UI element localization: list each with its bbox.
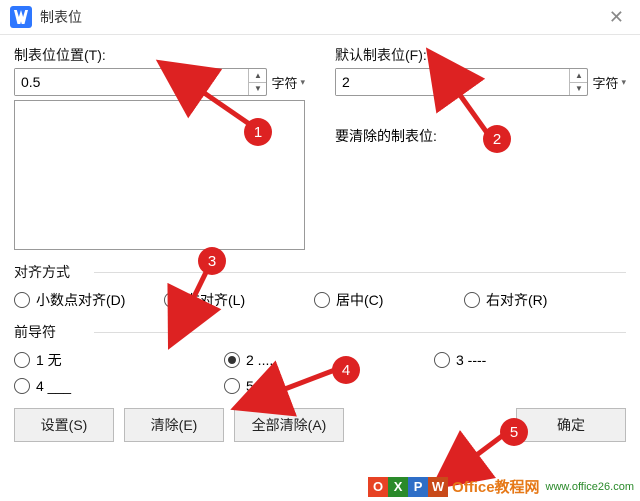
annotation-badge-5: 5	[500, 418, 528, 446]
dialog-title: 制表位	[40, 7, 603, 27]
radio-label: 左对齐(L)	[186, 290, 245, 310]
dialog-content: 制表位位置(T): ▲▼ 字符 默认制表位(F): ▲▼ 字符 要清除的制表位:	[0, 35, 640, 452]
watermark: OXPW Office教程网 www.office26.com	[368, 476, 634, 497]
watermark-logo-icon: OXPW	[368, 477, 448, 497]
clear-button[interactable]: 清除(E)	[124, 408, 224, 442]
app-logo-icon	[10, 6, 32, 28]
clear-tabs-label: 要清除的制表位:	[335, 126, 626, 146]
radio-icon	[434, 352, 450, 368]
default-tab-input[interactable]	[336, 69, 569, 95]
annotation-badge-1: 1	[244, 118, 272, 146]
radio-label: 小数点对齐(D)	[36, 290, 125, 310]
radio-label: 1 无	[36, 350, 62, 370]
default-tab-spinner[interactable]: ▲▼	[335, 68, 588, 96]
radio-label: 5 ……	[246, 378, 286, 394]
radio-icon	[164, 292, 180, 308]
radio-icon	[14, 352, 30, 368]
radio-label: 2 .....	[246, 352, 277, 368]
titlebar: 制表位 ✕	[0, 0, 640, 35]
radio-icon	[314, 292, 330, 308]
radio-icon	[224, 378, 240, 394]
watermark-url: www.office26.com	[546, 481, 634, 493]
radio-label: 3 ----	[456, 352, 486, 368]
align-center-radio[interactable]: 居中(C)	[314, 290, 464, 310]
default-tab-unit-dropdown[interactable]: 字符	[592, 73, 626, 92]
radio-icon	[14, 378, 30, 394]
annotation-badge-3: 3	[198, 247, 226, 275]
align-left-radio[interactable]: 左对齐(L)	[164, 290, 314, 310]
leader-group-label: 前导符	[14, 324, 66, 340]
default-tab-spin-buttons[interactable]: ▲▼	[569, 69, 587, 95]
radio-icon	[224, 352, 240, 368]
tabstop-label: 制表位位置(T):	[14, 45, 305, 65]
tabstop-spinner[interactable]: ▲▼	[14, 68, 267, 96]
button-row: 设置(S) 清除(E) 全部清除(A) 确定	[14, 408, 626, 452]
leader-none-radio[interactable]: 1 无	[14, 350, 224, 370]
leader-dashes-radio[interactable]: 3 ----	[434, 350, 640, 370]
radio-icon	[14, 292, 30, 308]
tabstop-input[interactable]	[15, 69, 248, 95]
alignment-group: 对齐方式 小数点对齐(D) 左对齐(L) 居中(C) 右对齐(R)	[14, 262, 626, 310]
annotation-badge-4: 4	[332, 356, 360, 384]
leader-underline-radio[interactable]: 4 ___	[14, 378, 224, 394]
align-right-radio[interactable]: 右对齐(R)	[464, 290, 614, 310]
default-tab-label: 默认制表位(F):	[335, 45, 626, 65]
ok-button[interactable]: 确定	[516, 408, 626, 442]
alignment-group-label: 对齐方式	[14, 264, 80, 280]
leader-dots-radio[interactable]: 2 .....	[224, 350, 434, 370]
leader-mdots-radio[interactable]: 5 ……	[224, 378, 434, 394]
radio-label: 居中(C)	[336, 290, 383, 310]
tabstop-unit-dropdown[interactable]: 字符	[271, 73, 305, 92]
radio-label: 4 ___	[36, 378, 71, 394]
close-icon[interactable]: ✕	[603, 7, 630, 28]
annotation-badge-2: 2	[483, 125, 511, 153]
clear-all-button[interactable]: 全部清除(A)	[234, 408, 344, 442]
radio-icon	[464, 292, 480, 308]
tabstop-spin-buttons[interactable]: ▲▼	[248, 69, 266, 95]
radio-label: 右对齐(R)	[486, 290, 547, 310]
leader-group: 前导符 1 无 2 ..... 3 ---- 4 ___ 5 ……	[14, 322, 626, 394]
align-decimal-radio[interactable]: 小数点对齐(D)	[14, 290, 164, 310]
watermark-title: Office教程网	[452, 476, 540, 497]
set-button[interactable]: 设置(S)	[14, 408, 114, 442]
